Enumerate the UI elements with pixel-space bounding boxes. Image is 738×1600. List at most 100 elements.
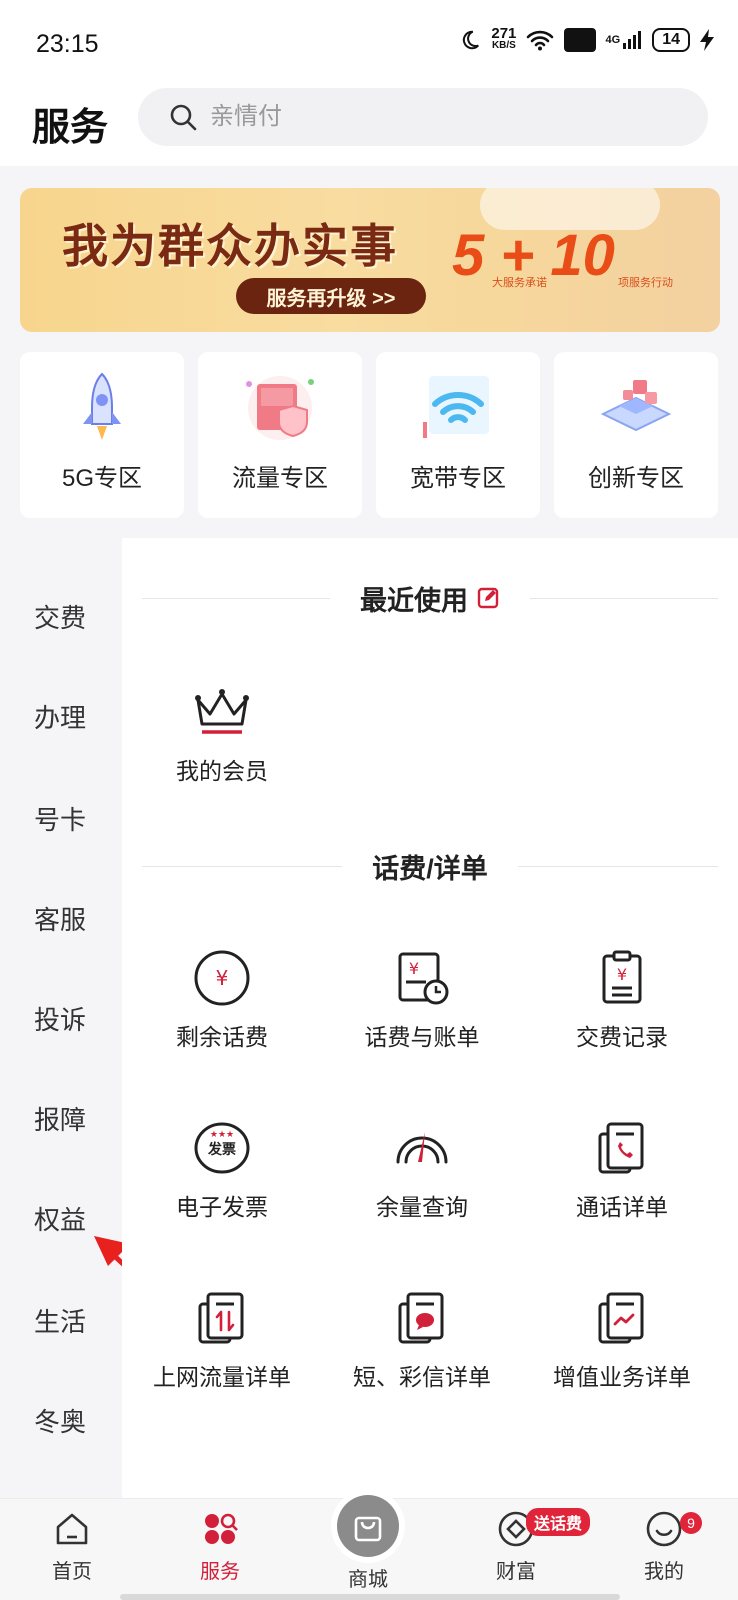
- tab-label: 商城: [348, 1569, 388, 1591]
- recent-section-title: 最近使用: [360, 585, 468, 616]
- banner-subtitle-2: 项服务行动: [618, 277, 673, 289]
- rocket-icon: [83, 372, 121, 440]
- sidebar-item-benefits[interactable]: 权益: [34, 1200, 86, 1237]
- zone-label: 创新专区: [588, 465, 684, 492]
- item-label: 增值业务详单: [553, 1364, 691, 1390]
- charging-icon: [700, 29, 714, 51]
- tab-service[interactable]: 服务: [170, 1509, 270, 1584]
- item-label: 话费与账单: [364, 1024, 480, 1050]
- sidebar-item-life[interactable]: 生活: [34, 1302, 86, 1339]
- sidebar-item-complaint[interactable]: 投诉: [34, 1000, 86, 1037]
- item-label: 电子发票: [176, 1194, 268, 1220]
- svg-text:★★★: ★★★: [210, 1130, 234, 1140]
- home-icon: [56, 1513, 88, 1545]
- zone-card-data[interactable]: 流量专区: [198, 352, 362, 518]
- zone-label: 宽带专区: [410, 465, 506, 492]
- shopping-bag-icon: [354, 1516, 382, 1542]
- svg-text:¥: ¥: [216, 966, 229, 990]
- zone-card-5g[interactable]: 5G专区: [20, 352, 184, 518]
- profile-icon: [646, 1511, 682, 1547]
- mall-button[interactable]: [337, 1495, 399, 1557]
- sidebar-item-handle[interactable]: 办理: [34, 698, 86, 735]
- zone-cards: 5G专区 流量专区 宽带专区 创新专区: [20, 352, 720, 518]
- bill-section-header: 话费/详单: [142, 846, 719, 886]
- innovation-icon: [600, 380, 672, 432]
- sidebar-item-support[interactable]: 客服: [34, 900, 86, 937]
- wifi-signal-icon: [526, 29, 554, 51]
- bill-item-remaining[interactable]: 余量查询: [322, 1118, 522, 1222]
- status-icons: 271 KB/S HD 4G 14: [459, 25, 714, 52]
- item-label: 我的会员: [176, 758, 268, 784]
- invoice-icon: 发票 ★★★: [194, 1122, 250, 1174]
- notification-count-badge: 9: [680, 1512, 702, 1534]
- battery-indicator: 14: [652, 28, 690, 52]
- vas-detail-icon: [598, 1292, 644, 1344]
- sidebar-item-olympics[interactable]: 冬奥: [34, 1402, 86, 1439]
- banner-subtitle-1: 大服务承诺: [492, 277, 547, 289]
- bill-clock-icon: ¥: [398, 952, 449, 1005]
- tab-label: 首页: [52, 1561, 92, 1583]
- item-label: 剩余话费: [176, 1024, 268, 1050]
- bill-item-bill[interactable]: ¥ 话费与账单: [322, 948, 522, 1052]
- svg-text:¥: ¥: [617, 965, 627, 984]
- network-speed: 271 KB/S: [491, 25, 517, 51]
- status-time: 23:15: [36, 30, 99, 58]
- zone-card-broadband[interactable]: 宽带专区: [376, 352, 540, 518]
- sidebar-item-sim[interactable]: 号卡: [34, 800, 86, 837]
- search-icon: [170, 104, 197, 131]
- zone-label: 5G专区: [61, 465, 142, 492]
- bill-item-balance[interactable]: ¥ 剩余话费: [122, 948, 322, 1052]
- tab-label: 服务: [200, 1561, 240, 1583]
- bill-item-invoice[interactable]: 发票 ★★★ 电子发票: [122, 1118, 322, 1222]
- item-label: 交费记录: [576, 1024, 668, 1050]
- data-detail-icon: [198, 1292, 244, 1344]
- service-content: 最近使用 我的会员 话费/详单 ¥ 剩余话费 ¥ 话费与账单 ¥ 交费记录 发票…: [122, 538, 738, 1498]
- status-bar: 23:15 271 KB/S HD 4G 14: [0, 0, 738, 84]
- zone-label: 流量专区: [232, 465, 328, 492]
- tab-label: 财富: [496, 1561, 536, 1583]
- cell-signal-icon: 4G: [606, 30, 643, 50]
- item-label: 上网流量详单: [153, 1364, 291, 1390]
- promo-banner[interactable]: 我为群众办实事 服务再升级 >> 5 + 10 大服务承诺 项服务行动: [20, 188, 720, 332]
- promo-badge: 送话费: [526, 1508, 591, 1536]
- search-input[interactable]: [210, 103, 690, 131]
- home-indicator: [120, 1594, 620, 1600]
- zone-card-innovation[interactable]: 创新专区: [554, 352, 718, 518]
- item-label: 余量查询: [376, 1194, 468, 1220]
- recent-item-member[interactable]: 我的会员: [122, 682, 322, 786]
- recent-section-header: 最近使用: [142, 578, 718, 618]
- edit-icon[interactable]: [476, 586, 500, 610]
- sms-detail-icon: [398, 1292, 444, 1344]
- gauge-icon: [396, 1132, 448, 1164]
- banner-upgrade-button[interactable]: 服务再升级 >>: [236, 278, 426, 314]
- page-title: 服务: [32, 107, 109, 149]
- banner-title: 我为群众办实事: [62, 220, 398, 272]
- sidebar-item-pay[interactable]: 交费: [34, 598, 86, 635]
- data-box-icon: [246, 376, 314, 440]
- header: 服务: [0, 84, 738, 166]
- invoice-badge-text: 发票: [207, 1141, 236, 1158]
- tab-mall[interactable]: 商城: [318, 1495, 418, 1592]
- search-bar[interactable]: [138, 88, 708, 146]
- svg-text:¥: ¥: [409, 959, 419, 978]
- crown-icon: [195, 689, 249, 734]
- item-label: 短、彩信详单: [353, 1364, 491, 1390]
- bill-item-vas-detail[interactable]: 增值业务详单: [522, 1288, 722, 1392]
- bill-item-call-detail[interactable]: 通话详单: [522, 1118, 722, 1222]
- moon-icon: [459, 29, 481, 51]
- tab-home[interactable]: 首页: [22, 1509, 122, 1584]
- tab-label: 我的: [644, 1561, 684, 1583]
- wifi-icon: [423, 376, 489, 438]
- bill-item-payment-record[interactable]: ¥ 交费记录: [522, 948, 722, 1052]
- bill-item-data-detail[interactable]: 上网流量详单: [122, 1288, 322, 1392]
- call-detail-icon: [598, 1122, 644, 1174]
- yuan-circle-icon: ¥: [194, 950, 250, 1006]
- category-sidebar: 交费 办理 号卡 客服 投诉 报障 权益 生活 冬奥: [0, 538, 122, 1498]
- hd-icon: HD: [564, 28, 596, 52]
- payment-record-icon: ¥: [602, 950, 642, 1004]
- service-icon: [205, 1513, 238, 1544]
- bill-section-title: 话费/详单: [372, 853, 488, 884]
- sidebar-item-fault[interactable]: 报障: [34, 1100, 86, 1137]
- bill-item-sms-detail[interactable]: 短、彩信详单: [322, 1288, 522, 1392]
- item-label: 通话详单: [576, 1194, 668, 1220]
